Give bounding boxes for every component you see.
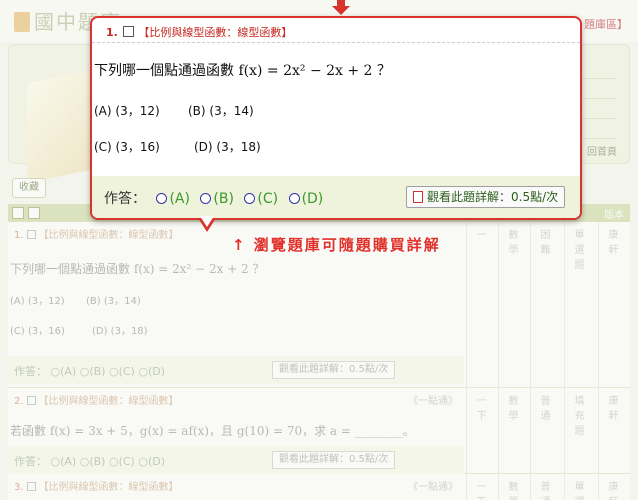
question-header: 3. 【比例與線型函數：線型函數】 <box>14 482 179 493</box>
popup-option-a: (A) (3，12) <box>94 104 160 118</box>
meta-difficulty: 普通 <box>530 388 560 473</box>
divider <box>92 42 580 43</box>
meta-type: 單選 <box>564 474 594 500</box>
document-icon <box>413 191 423 203</box>
answer-radio-a[interactable]: (A) <box>156 191 190 207</box>
meta-grade: 一下 <box>466 388 496 473</box>
callout-text: ↑ 瀏覽題庫可隨題購買詳解 <box>232 236 441 254</box>
meta-difficulty: 普通 <box>530 474 560 500</box>
answer-radio-b[interactable]: (B) <box>200 191 234 207</box>
question-row: 3.【比例與線型函數：線型函數】 《一點通》 一下 數學 普通 單選 康軒 <box>8 474 630 500</box>
question-checkbox[interactable] <box>26 230 36 239</box>
answer-radio-c[interactable]: (C) <box>244 191 278 207</box>
answer-label: 作答： ○(A) ○(B) ○(C) ○(D) <box>14 365 166 378</box>
book-icon <box>14 12 30 32</box>
question-checkbox[interactable] <box>26 396 36 405</box>
option-a: (A) (3，12) <box>10 296 65 307</box>
question-tag: 《一點通》 <box>408 482 458 493</box>
option-c: (C) (3，16) <box>10 326 65 337</box>
buy-label: 觀看此題詳解：0.5點/次 <box>427 190 559 204</box>
answer-bar: 作答： ○(A) ○(B) ○(C) ○(D) 觀看此題詳解：0.5點/次 <box>8 446 464 474</box>
radio-icon <box>244 193 256 204</box>
deselect-checkbox[interactable] <box>28 207 40 219</box>
meta-grade: 一下 <box>466 474 496 500</box>
answer-radio-d[interactable]: (D) <box>288 191 323 207</box>
answer-label: 作答： ○(A) ○(B) ○(C) ○(D) <box>14 455 166 468</box>
radio-icon <box>200 193 212 204</box>
radio-icon <box>156 193 168 204</box>
popup-buy-explanation-button[interactable]: 觀看此題詳解：0.5點/次 <box>406 186 566 208</box>
question-body: 3. 【比例與線型函數：線型函數】 《一點通》 <box>8 474 464 500</box>
meta-type: 填充題 <box>564 388 594 473</box>
region-label: 題庫區】 <box>584 18 628 31</box>
question-text: 若函數 f(x) = 3x + 5，g(x) = af(x)，且 g(10) =… <box>10 424 415 438</box>
question-tag: 《一點通》 <box>408 396 458 407</box>
meta-subject: 數學 <box>498 222 528 387</box>
popup-answer-row: 作答： (A) (B) (C) (D) <box>104 188 323 208</box>
popup-pointer <box>198 216 216 232</box>
collect-button[interactable]: 收藏 <box>12 178 46 198</box>
version-header: 版本 <box>604 210 624 221</box>
popup-category: 【比例與線型函數：線型函數】 <box>138 26 293 39</box>
question-checkbox[interactable] <box>26 482 36 491</box>
buy-explanation-button[interactable]: 觀看此題詳解：0.5點/次 <box>272 451 396 469</box>
popup-checkbox[interactable] <box>123 26 135 37</box>
meta-type: 單選題 <box>564 222 594 387</box>
question-category: 【比例與線型函數：線型函數】 <box>38 230 179 241</box>
popup-question-number: 1. <box>106 26 118 39</box>
meta-difficulty: 困難 <box>530 222 560 387</box>
radio-icon <box>288 193 300 204</box>
answer-bar: 作答： ○(A) ○(B) ○(C) ○(D) 觀看此題詳解：0.5點/次 <box>8 356 464 384</box>
buy-explanation-button[interactable]: 觀看此題詳解：0.5點/次 <box>272 361 396 379</box>
meta-version: 康軒 <box>598 474 628 500</box>
meta-subject: 數學 <box>498 388 528 473</box>
meta-version: 康軒 <box>598 388 628 473</box>
question-row: 2. 【比例與線型函數：線型函數】 《一點通》 若函數 f(x) = 3x + 5… <box>8 388 630 474</box>
question-popup: 1. 【比例與線型函數：線型函數】 下列哪一個點通過函數 f(x) = 2x² … <box>90 16 582 232</box>
down-arrow-icon <box>332 0 350 15</box>
question-text: 下列哪一個點通過函數 f(x) = 2x² − 2x + 2 ？ <box>10 262 265 276</box>
option-b: (B) (3，14) <box>86 296 141 307</box>
popup-option-b: (B) (3，14) <box>188 104 254 118</box>
back-home-link[interactable]: 回首頁 <box>587 143 617 158</box>
question-body: 2. 【比例與線型函數：線型函數】 《一點通》 若函數 f(x) = 3x + 5… <box>8 388 464 474</box>
answer-label: 作答： <box>104 191 146 207</box>
meta-subject: 數學 <box>498 474 528 500</box>
popup-header: 1. 【比例與線型函數：線型函數】 <box>106 24 292 40</box>
option-d: (D) (3，18) <box>92 326 148 337</box>
meta-grade: 一 <box>466 222 496 387</box>
meta-version: 康軒 <box>598 222 628 387</box>
popup-option-d: (D) (3，18) <box>194 140 261 154</box>
popup-option-c: (C) (3，16) <box>94 140 160 154</box>
popup-answer-bar: 作答： (A) (B) (C) (D) 觀看此題詳解：0.5點/次 <box>92 176 580 218</box>
question-number: 1. <box>14 230 24 241</box>
question-header: 1. 【比例與線型函數：線型函數】 <box>14 226 179 241</box>
question-header: 2. 【比例與線型函數：線型函數】 <box>14 396 179 407</box>
popup-question-text: 下列哪一個點通過函數 f(x) = 2x² − 2x + 2 ？ <box>94 63 391 79</box>
select-all-checkbox[interactable] <box>12 207 24 219</box>
